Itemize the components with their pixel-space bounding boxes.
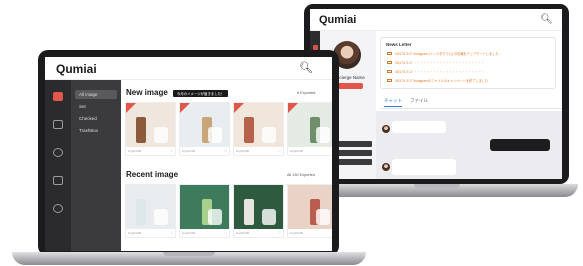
- image-thumbnail: [234, 185, 283, 229]
- product-shape: [208, 209, 222, 225]
- heart-icon[interactable]: ♡: [224, 149, 227, 153]
- image-meta: img/01/00: [290, 149, 304, 153]
- image-thumbnail: [126, 185, 175, 229]
- front-header: Qumiai 🔍︎: [45, 57, 332, 80]
- product-shape: [136, 199, 146, 225]
- newsletter-item-text: 03/17/1 9:17 Instagram (インスタグラム) の情報をアップ…: [395, 52, 502, 56]
- new-badge: 今月のイメージが届きました！: [173, 90, 229, 97]
- image-meta: img/01/00: [236, 149, 250, 153]
- image-meta: img/01/00: [182, 149, 196, 153]
- product-shape: [154, 209, 168, 225]
- product-shape: [316, 127, 330, 143]
- tab-files[interactable]: ファイル: [410, 98, 428, 104]
- main-content: New image 今月のイメージが届きました！ 6 Exported img/…: [121, 80, 332, 251]
- product-shape: [244, 117, 254, 143]
- image-thumbnail: [180, 185, 229, 229]
- heart-icon[interactable]: ♡: [278, 231, 281, 235]
- heart-icon[interactable]: ♡: [278, 149, 281, 153]
- mail-icon: [387, 70, 392, 73]
- heart-icon[interactable]: ♡: [170, 231, 173, 235]
- newsletter-item[interactable]: 03/17/1 9:17 Instagramのファイルのキャンペーンを終了しまし…: [387, 78, 547, 84]
- image-meta: img/01/00: [182, 231, 196, 235]
- heart-icon[interactable]: ♡: [170, 149, 173, 153]
- monitor-icon[interactable]: [53, 176, 63, 185]
- product-shape: [262, 127, 276, 143]
- image-meta: img/01/00: [128, 149, 142, 153]
- image-icon[interactable]: [53, 92, 63, 101]
- image-card[interactable]: img/01/00 ♡: [125, 184, 176, 238]
- chat-icon[interactable]: [53, 148, 63, 157]
- new-count: 6 Exported: [297, 91, 316, 95]
- mail-icon: [387, 79, 392, 82]
- image-card[interactable]: img/01/00♡: [287, 102, 332, 156]
- newsletter-panel: News Letter 03/17/1 9:17 Instagram (インスタ…: [380, 37, 556, 89]
- new-ribbon: [180, 103, 190, 113]
- image-card[interactable]: img/01/00 ♡: [125, 102, 176, 156]
- image-card[interactable]: img/01/00♡: [287, 184, 332, 238]
- folder-icon[interactable]: [53, 120, 63, 129]
- product-shape: [208, 127, 222, 143]
- chat-bubble: [490, 139, 550, 151]
- image-card[interactable]: img/01/00 ♡: [233, 184, 284, 238]
- image-meta: img/01/00: [128, 231, 142, 235]
- newsletter-title: News Letter: [386, 42, 412, 47]
- icon-rail: [45, 80, 71, 251]
- image-thumbnail: [288, 185, 332, 229]
- avatar: [382, 163, 390, 171]
- mail-icon: [387, 52, 392, 55]
- chat-bubble: [392, 121, 446, 133]
- back-header: Qumiai 🔍︎: [310, 9, 562, 31]
- newsletter-item-text: 03/17/1 9:17 ・・・・・・・・・・・・・・・・・・・・・・: [395, 70, 484, 74]
- front-laptop-screen: Qumiai 🔍︎ All image Set Checked TrashBox…: [45, 57, 332, 251]
- image-card[interactable]: img/01/00 ♡: [179, 184, 230, 238]
- front-laptop-base: [12, 252, 366, 265]
- product-shape: [316, 209, 330, 225]
- newsletter-item-text: 03/17/1 9:17 Instagramのファイルのキャンペーンを終了しまし…: [395, 79, 489, 83]
- product-mockup: Qumiai 🔍︎ Concierge Name News Letter 03/…: [0, 0, 583, 266]
- sidebar-item-all-image[interactable]: All image: [75, 90, 117, 99]
- newsletter-item-text: 03/17/1 9:17 ・・・・・・・・・・・・・・・・・・・・・・: [395, 61, 484, 65]
- chat-area: [376, 111, 562, 179]
- back-laptop-screen: Qumiai 🔍︎ Concierge Name News Letter 03/…: [310, 9, 562, 179]
- newsletter-item[interactable]: 03/17/1 9:17 ・・・・・・・・・・・・・・・・・・・・・・: [387, 60, 547, 66]
- section-title-recent: Recent image: [126, 170, 179, 179]
- search-icon[interactable]: 🔍︎: [299, 61, 313, 74]
- new-ribbon: [126, 103, 136, 113]
- new-ribbon: [288, 103, 298, 113]
- product-shape: [136, 117, 146, 143]
- recent-count: All 130 Exported: [287, 173, 315, 177]
- newsletter-item[interactable]: 03/17/1 9:17 ・・・・・・・・・・・・・・・・・・・・・・: [387, 69, 547, 75]
- tab-chat[interactable]: チャット: [384, 98, 402, 107]
- avatar: [382, 125, 390, 133]
- new-ribbon: [234, 103, 244, 113]
- image-meta: img/01/00: [290, 231, 304, 235]
- mail-icon: [387, 61, 392, 64]
- chat-bubble: [392, 159, 456, 175]
- back-logo: Qumiai: [319, 13, 357, 26]
- image-card[interactable]: img/01/00 ♡: [233, 102, 284, 156]
- sidebar: All image Set Checked TrashBox: [71, 80, 121, 251]
- product-shape: [154, 127, 168, 143]
- back-tabs: チャット ファイル: [380, 95, 562, 109]
- image-card[interactable]: img/01/00 ♡: [179, 102, 230, 156]
- search-icon[interactable]: 🔍︎: [540, 14, 553, 25]
- product-shape: [244, 199, 254, 225]
- front-logo: Qumiai: [56, 62, 97, 76]
- section-title-new: New image: [126, 88, 168, 97]
- newsletter-item[interactable]: 03/17/1 9:17 Instagram (インスタグラム) の情報をアップ…: [387, 51, 547, 57]
- heart-icon[interactable]: ♡: [224, 231, 227, 235]
- sidebar-item-set[interactable]: Set: [75, 102, 117, 111]
- gear-icon[interactable]: [53, 204, 63, 213]
- sidebar-item-trashbox[interactable]: TrashBox: [75, 126, 117, 135]
- image-meta: img/01/00: [236, 231, 250, 235]
- product-shape: [262, 209, 276, 225]
- sidebar-item-checked[interactable]: Checked: [75, 114, 117, 123]
